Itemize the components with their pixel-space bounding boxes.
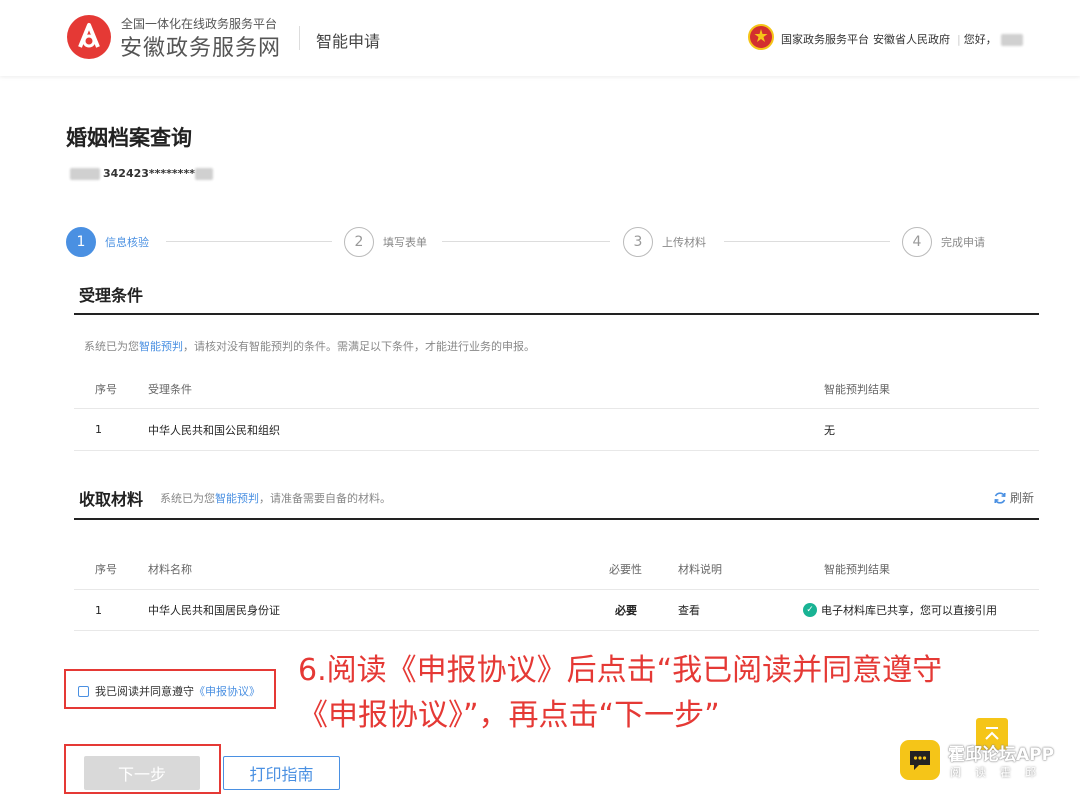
step-1: 1 信息核验 (66, 226, 149, 258)
step-2-circle: 2 (344, 227, 374, 257)
watermark-subtitle: 阅读霍邱 (950, 766, 1050, 779)
row-necessity: 必要 (615, 604, 637, 617)
logo-title[interactable]: 安徽政务服务网 (120, 30, 281, 62)
col-result: 智能预判结果 (824, 382, 890, 396)
row-no: 1 (95, 603, 102, 617)
link-anhui-gov[interactable]: 安徽省人民政府 (873, 33, 950, 46)
smart-predict-link[interactable]: 智能预判 (139, 340, 183, 353)
table-row: 1 中华人民共和国居民身份证 必要 查看 ✓ 电子材料库已共享，您可以直接引用 (74, 590, 1039, 631)
row-result: ✓ 电子材料库已共享，您可以直接引用 (803, 590, 997, 630)
refresh-label: 刷新 (1010, 491, 1035, 505)
watermark-title: 霍邱论坛APP (948, 745, 1055, 765)
step-2-label: 填写表单 (383, 236, 427, 249)
table-header-row: 序号 材料名称 必要性 材料说明 智能预判结果 (74, 549, 1039, 590)
materials-title: 收取材料 (79, 490, 144, 509)
top-header: 全国一体化在线政务服务平台 安徽政务服务网 智能申请 国家政务服务平台 安徽省人民… (0, 0, 1080, 76)
step-1-circle: 1 (66, 227, 96, 257)
hint-suffix: ，请核对没有智能预判的条件。需满足以下条件，才能进行业务的申报。 (183, 340, 535, 353)
id-number-line: 342423******** (70, 167, 216, 180)
annotation-line-1: 6.阅读《申报协议》后点击“我已阅读并同意遵守 (298, 653, 943, 688)
check-circle-icon: ✓ (803, 603, 817, 617)
step-2: 2 填写表单 (344, 226, 427, 258)
conditions-table: 序号 受理条件 智能预判结果 1 中华人民共和国公民和组织 无 (74, 369, 1039, 451)
chat-bubble-icon (910, 751, 930, 770)
col-description: 材料说明 (678, 563, 722, 576)
col-no: 序号 (95, 563, 117, 576)
row-condition: 中华人民共和国公民和组织 (148, 423, 280, 437)
conditions-rule (74, 313, 1039, 315)
step-4-circle: 4 (902, 227, 932, 257)
view-material-link[interactable]: 查看 (678, 590, 700, 630)
materials-hint: 系统已为您智能预判，请准备需要自备的材料。 (160, 490, 391, 506)
national-emblem-icon (748, 24, 774, 50)
step-1-label: 信息核验 (105, 236, 149, 249)
header-links: 国家政务服务平台 安徽省人民政府 | 您好， (781, 31, 1027, 47)
materials-rule (74, 518, 1039, 520)
logo-icon[interactable] (66, 14, 112, 60)
refresh-button[interactable]: 刷新 (993, 489, 1034, 506)
hint-prefix: 系统已为您 (160, 492, 215, 505)
conditions-title: 受理条件 (79, 286, 144, 305)
row-no: 1 (95, 423, 102, 436)
name-blurred (70, 168, 100, 180)
header-divider (299, 26, 300, 50)
page-title: 婚姻档案查询 (66, 126, 192, 150)
header-link-sep: | (957, 33, 961, 46)
agreement-text: 我已阅读并同意遵守 (95, 685, 194, 698)
hint-suffix: ，请准备需要自备的材料。 (259, 492, 391, 505)
step-3-label: 上传材料 (662, 236, 706, 249)
annotation-line-2: 《申报协议》”，再点击“下一步” (298, 698, 720, 733)
step-3-circle: 3 (623, 227, 653, 257)
print-guide-button[interactable]: 打印指南 (223, 756, 340, 790)
step-4: 4 完成申请 (902, 226, 985, 258)
materials-table: 序号 材料名称 必要性 材料说明 智能预判结果 1 中华人民共和国居民身份证 必… (74, 549, 1039, 631)
id-number: 342423******** (103, 167, 195, 180)
refresh-icon (994, 491, 1006, 504)
agreement-checkbox-row[interactable]: 我已阅读并同意遵守 《申报协议》 (78, 683, 260, 699)
step-connector (442, 241, 610, 242)
greeting: 您好， (963, 33, 997, 46)
link-national-platform[interactable]: 国家政务服务平台 (781, 33, 869, 46)
step-3: 3 上传材料 (623, 226, 706, 258)
id-tail-blurred (194, 168, 213, 180)
conditions-hint: 系统已为您智能预判，请核对没有智能预判的条件。需满足以下条件，才能进行业务的申报… (84, 338, 535, 354)
step-connector (724, 241, 890, 242)
agreement-checkbox[interactable] (78, 685, 89, 697)
col-result: 智能预判结果 (824, 563, 890, 576)
row-material-name: 中华人民共和国居民身份证 (148, 604, 280, 617)
username-blurred[interactable] (1000, 34, 1023, 46)
step-4-label: 完成申请 (941, 236, 985, 249)
col-condition: 受理条件 (148, 382, 192, 396)
table-row: 1 中华人民共和国公民和组织 无 (74, 409, 1039, 451)
service-name: 智能申请 (316, 32, 381, 51)
table-header-row: 序号 受理条件 智能预判结果 (74, 369, 1039, 409)
hint-prefix: 系统已为您 (84, 340, 139, 353)
step-indicator: 1 信息核验 2 填写表单 3 上传材料 4 完成申请 (66, 226, 1026, 258)
col-no: 序号 (95, 382, 117, 396)
col-material-name: 材料名称 (148, 563, 192, 576)
smart-predict-link[interactable]: 智能预判 (215, 492, 259, 505)
next-step-button[interactable]: 下一步 (84, 756, 200, 790)
row-result: 无 (824, 423, 835, 437)
col-necessity: 必要性 (609, 563, 642, 576)
row-result-text: 电子材料库已共享，您可以直接引用 (821, 604, 997, 617)
app-logo-icon (900, 740, 940, 780)
agreement-link[interactable]: 《申报协议》 (194, 683, 260, 699)
step-connector (166, 241, 332, 242)
